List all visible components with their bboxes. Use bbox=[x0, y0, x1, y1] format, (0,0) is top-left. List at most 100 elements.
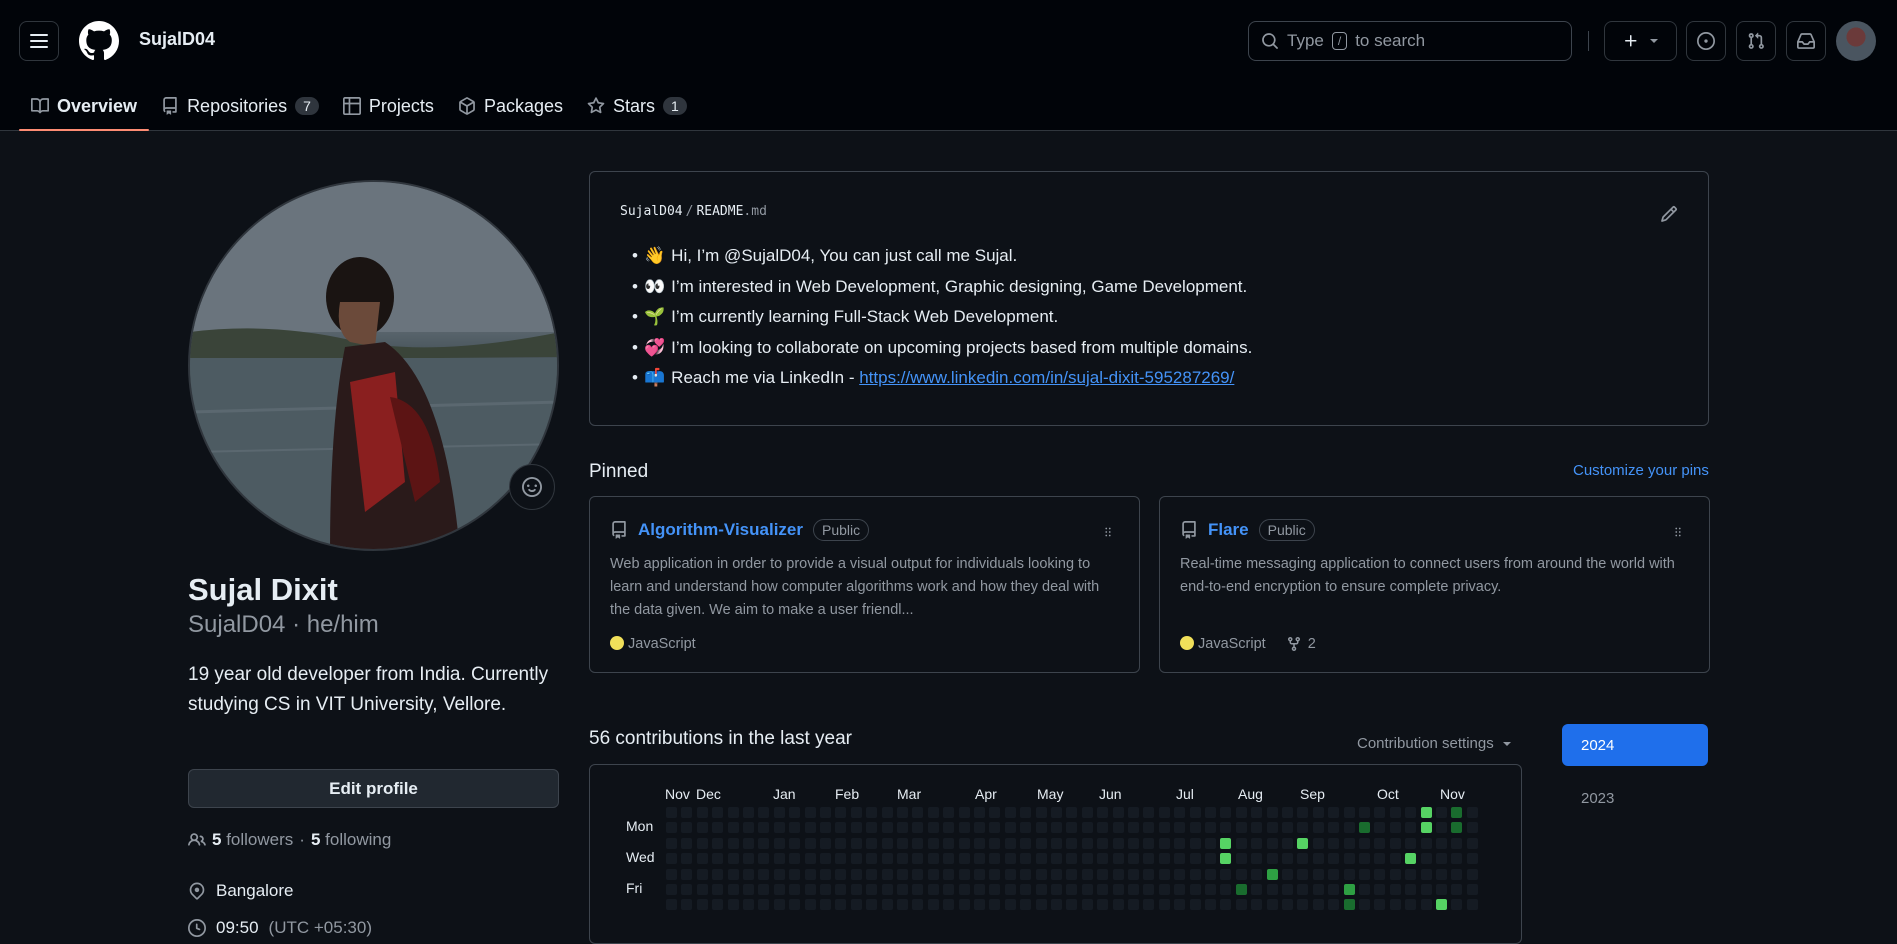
set-status-button[interactable] bbox=[509, 464, 555, 510]
contribution-day[interactable] bbox=[1081, 899, 1093, 911]
contribution-day[interactable] bbox=[1174, 899, 1186, 911]
contribution-day[interactable] bbox=[1158, 837, 1170, 849]
contribution-day[interactable] bbox=[696, 822, 708, 834]
contribution-day[interactable] bbox=[1297, 868, 1309, 880]
contribution-day[interactable] bbox=[1251, 899, 1263, 911]
readme-owner-link[interactable]: SujalD04 bbox=[620, 204, 683, 219]
contribution-day[interactable] bbox=[1205, 853, 1216, 865]
contribution-day[interactable] bbox=[1189, 807, 1201, 818]
contribution-day[interactable] bbox=[1158, 899, 1170, 911]
contribution-day[interactable] bbox=[696, 868, 708, 880]
contribution-day[interactable] bbox=[1389, 868, 1401, 880]
contribution-day[interactable] bbox=[727, 837, 739, 849]
contribution-day[interactable] bbox=[1282, 899, 1293, 911]
contribution-day[interactable] bbox=[989, 868, 1001, 880]
contribution-day[interactable] bbox=[758, 868, 770, 880]
contribution-day[interactable] bbox=[881, 837, 893, 849]
contribution-day[interactable] bbox=[1143, 868, 1155, 880]
contribution-day[interactable] bbox=[1128, 822, 1139, 834]
contribution-day[interactable] bbox=[1282, 837, 1293, 849]
contribution-day[interactable] bbox=[1020, 868, 1032, 880]
contribution-day[interactable] bbox=[681, 884, 693, 895]
contribution-day[interactable] bbox=[1436, 853, 1447, 865]
contribution-day[interactable] bbox=[1020, 853, 1032, 865]
contribution-day[interactable] bbox=[1020, 807, 1032, 818]
contribution-day[interactable] bbox=[1389, 884, 1401, 895]
contribution-day[interactable] bbox=[1112, 899, 1124, 911]
contribution-day[interactable] bbox=[743, 822, 754, 834]
contribution-day[interactable] bbox=[1297, 822, 1309, 834]
contribution-day[interactable] bbox=[1343, 837, 1355, 849]
contribution-day[interactable] bbox=[912, 837, 924, 849]
contribution-day[interactable] bbox=[1451, 807, 1463, 818]
contribution-day[interactable] bbox=[1143, 807, 1155, 818]
contribution-day[interactable] bbox=[897, 837, 908, 849]
pull-requests-button[interactable] bbox=[1736, 21, 1776, 61]
contribution-day[interactable] bbox=[1266, 868, 1278, 880]
contribution-day[interactable] bbox=[1066, 837, 1078, 849]
contribution-day[interactable] bbox=[1420, 807, 1432, 818]
tab-stars[interactable]: Stars 1 bbox=[575, 82, 699, 130]
contribution-day[interactable] bbox=[1420, 822, 1432, 834]
contribution-day[interactable] bbox=[1220, 884, 1232, 895]
contribution-day[interactable] bbox=[1158, 853, 1170, 865]
contribution-day[interactable] bbox=[666, 822, 677, 834]
contribution-day[interactable] bbox=[1405, 868, 1417, 880]
github-logo-link[interactable] bbox=[79, 21, 119, 61]
contribution-day[interactable] bbox=[835, 884, 847, 895]
contribution-day[interactable] bbox=[1436, 837, 1447, 849]
contribution-day[interactable] bbox=[866, 868, 878, 880]
contribution-day[interactable] bbox=[943, 884, 955, 895]
contribution-day[interactable] bbox=[1451, 837, 1463, 849]
issues-button[interactable] bbox=[1686, 21, 1726, 61]
contribution-day[interactable] bbox=[1343, 899, 1355, 911]
contribution-day[interactable] bbox=[1328, 837, 1340, 849]
contribution-day[interactable] bbox=[1266, 853, 1278, 865]
contribution-day[interactable] bbox=[850, 884, 862, 895]
contribution-day[interactable] bbox=[1266, 822, 1278, 834]
contribution-day[interactable] bbox=[835, 899, 847, 911]
contribution-day[interactable] bbox=[912, 853, 924, 865]
contribution-day[interactable] bbox=[958, 807, 970, 818]
contribution-day[interactable] bbox=[1235, 868, 1247, 880]
contribution-day[interactable] bbox=[666, 807, 677, 818]
contribution-day[interactable] bbox=[1328, 822, 1340, 834]
contribution-day[interactable] bbox=[1189, 868, 1201, 880]
contribution-day[interactable] bbox=[1312, 853, 1324, 865]
contribution-day[interactable] bbox=[820, 899, 831, 911]
contribution-day[interactable] bbox=[1128, 868, 1139, 880]
contribution-day[interactable] bbox=[820, 822, 831, 834]
contribution-day[interactable] bbox=[1359, 822, 1370, 834]
contribution-day[interactable] bbox=[912, 884, 924, 895]
contribution-day[interactable] bbox=[1020, 899, 1032, 911]
contribution-day[interactable] bbox=[712, 837, 724, 849]
contribution-day[interactable] bbox=[974, 899, 985, 911]
contribution-settings-button[interactable]: Contribution settings bbox=[1357, 735, 1512, 752]
contribution-day[interactable] bbox=[743, 807, 754, 818]
contribution-day[interactable] bbox=[1143, 822, 1155, 834]
contribution-day[interactable] bbox=[1359, 853, 1370, 865]
contribution-day[interactable] bbox=[1112, 884, 1124, 895]
contribution-day[interactable] bbox=[773, 868, 785, 880]
tab-packages[interactable]: Packages bbox=[446, 82, 575, 130]
contribution-day[interactable] bbox=[1328, 853, 1340, 865]
contribution-day[interactable] bbox=[758, 837, 770, 849]
contribution-day[interactable] bbox=[1328, 884, 1340, 895]
drag-handle-grabber-icon[interactable] bbox=[1101, 525, 1115, 539]
contribution-day[interactable] bbox=[727, 899, 739, 911]
contribution-day[interactable] bbox=[958, 853, 970, 865]
contribution-day[interactable] bbox=[989, 822, 1001, 834]
contribution-day[interactable] bbox=[1266, 807, 1278, 818]
contribution-day[interactable] bbox=[835, 853, 847, 865]
contribution-day[interactable] bbox=[1312, 884, 1324, 895]
contribution-day[interactable] bbox=[881, 822, 893, 834]
contribution-day[interactable] bbox=[789, 807, 801, 818]
contribution-day[interactable] bbox=[866, 807, 878, 818]
contribution-day[interactable] bbox=[897, 884, 908, 895]
contribution-day[interactable] bbox=[927, 822, 939, 834]
contribution-day[interactable] bbox=[912, 822, 924, 834]
contribution-day[interactable] bbox=[1220, 837, 1232, 849]
contribution-day[interactable] bbox=[1020, 822, 1032, 834]
contribution-day[interactable] bbox=[1235, 837, 1247, 849]
contribution-day[interactable] bbox=[696, 853, 708, 865]
